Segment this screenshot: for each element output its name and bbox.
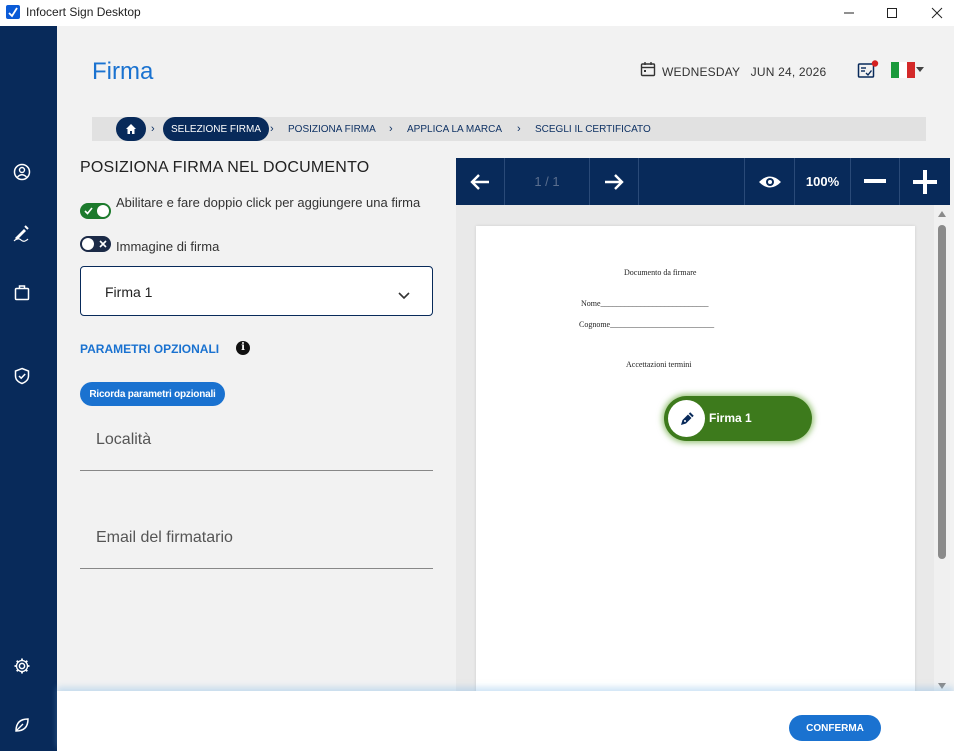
breadcrumb-separator-icon: › <box>517 123 521 135</box>
tasks-notification-icon[interactable] <box>857 60 879 85</box>
footer: CONFERMA <box>57 691 954 751</box>
document-terms: Accettazioni termini <box>626 360 692 369</box>
sidebar <box>0 26 57 751</box>
zoom-level: 100% <box>795 158 851 205</box>
document-viewer[interactable]: Documento da firmare Nome_______________… <box>456 205 950 696</box>
signature-image-toggle[interactable] <box>80 236 111 252</box>
section-title: POSIZIONA FIRMA NEL DOCUMENTO <box>80 159 370 176</box>
document-title: Documento da firmare <box>624 268 697 277</box>
user-profile-icon[interactable] <box>12 162 32 182</box>
breadcrumb-separator-icon: › <box>151 123 155 135</box>
location-field[interactable] <box>80 411 433 471</box>
info-icon[interactable]: i <box>236 341 250 355</box>
page-indicator-text: 1 / 1 <box>534 174 560 189</box>
signature-select[interactable]: Firma 1 <box>80 266 433 316</box>
viewer-scrollbar[interactable] <box>934 205 950 691</box>
home-icon[interactable] <box>116 117 146 141</box>
remember-params-button[interactable]: Ricorda parametri opzionali <box>80 382 225 406</box>
briefcase-icon[interactable] <box>12 282 32 302</box>
leaf-icon[interactable] <box>12 715 32 735</box>
calendar-icon <box>640 61 656 82</box>
location-input[interactable] <box>96 431 416 449</box>
sign-document-icon[interactable] <box>12 222 32 242</box>
signature-field[interactable]: Firma 1 <box>664 396 812 441</box>
language-flag-italy[interactable] <box>891 62 915 78</box>
settings-gear-icon[interactable] <box>12 656 32 676</box>
enable-signature-label: Abilitare e fare doppio click per aggiun… <box>116 195 421 210</box>
pen-nib-icon <box>668 400 705 437</box>
signature-select-value: Firma 1 <box>105 284 153 300</box>
signer-email-input[interactable] <box>96 529 416 547</box>
next-page-button[interactable] <box>590 158 639 205</box>
page-title: Firma <box>92 58 154 85</box>
optional-params-title: PARAMETRI OPZIONALI <box>80 342 220 356</box>
signature-image-label: Immagine di firma <box>116 239 220 254</box>
chevron-down-icon[interactable] <box>916 67 924 72</box>
zoom-out-button[interactable] <box>851 158 900 205</box>
scroll-down-icon[interactable] <box>938 683 946 689</box>
breadcrumb: › SELEZIONE FIRMA › POSIZIONA FIRMA › AP… <box>92 117 926 141</box>
previous-page-button[interactable] <box>456 158 505 205</box>
window-title: Infocert Sign Desktop <box>26 5 141 19</box>
breadcrumb-separator-icon: › <box>389 123 393 135</box>
zoom-level-text: 100% <box>805 174 840 189</box>
scroll-up-icon[interactable] <box>938 211 946 217</box>
viewer-toolbar: 1 / 1 100% <box>456 158 950 205</box>
title-bar: Infocert Sign Desktop <box>0 0 954 26</box>
minimize-button[interactable] <box>826 0 872 26</box>
zoom-in-button[interactable] <box>900 158 950 205</box>
breadcrumb-step-selezione-firma[interactable]: SELEZIONE FIRMA <box>163 117 270 141</box>
signer-email-field[interactable] <box>80 509 433 569</box>
document-name-line: Nome___________________________ <box>581 299 709 308</box>
breadcrumb-separator-icon: › <box>270 123 274 135</box>
toolbar-spacer <box>639 158 745 205</box>
date-text: WEDNESDAY JUN 24, 2026 <box>662 64 827 79</box>
document-page[interactable]: Documento da firmare Nome_______________… <box>476 226 915 696</box>
app-logo-icon <box>6 5 20 19</box>
document-surname-line: Cognome__________________________ <box>579 320 715 329</box>
maximize-button[interactable] <box>869 0 915 26</box>
breadcrumb-step-scegli-certificato[interactable]: SCEGLI IL CERTIFICATO <box>535 117 651 141</box>
shield-check-icon[interactable] <box>12 366 32 386</box>
confirm-button[interactable]: CONFERMA <box>789 715 881 741</box>
close-button[interactable] <box>914 0 954 26</box>
scrollbar-thumb[interactable] <box>938 225 946 559</box>
breadcrumb-step-applica-marca[interactable]: APPLICA LA MARCA <box>407 117 502 141</box>
signature-field-label: Firma 1 <box>709 411 752 425</box>
breadcrumb-step-posiziona-firma[interactable]: POSIZIONA FIRMA <box>288 117 376 141</box>
chevron-down-icon <box>398 287 410 305</box>
preview-eye-button[interactable] <box>745 158 795 205</box>
page-indicator: 1 / 1 <box>505 158 590 205</box>
date-display: WEDNESDAY JUN 24, 2026 <box>640 61 826 82</box>
enable-signature-toggle[interactable] <box>80 203 111 219</box>
